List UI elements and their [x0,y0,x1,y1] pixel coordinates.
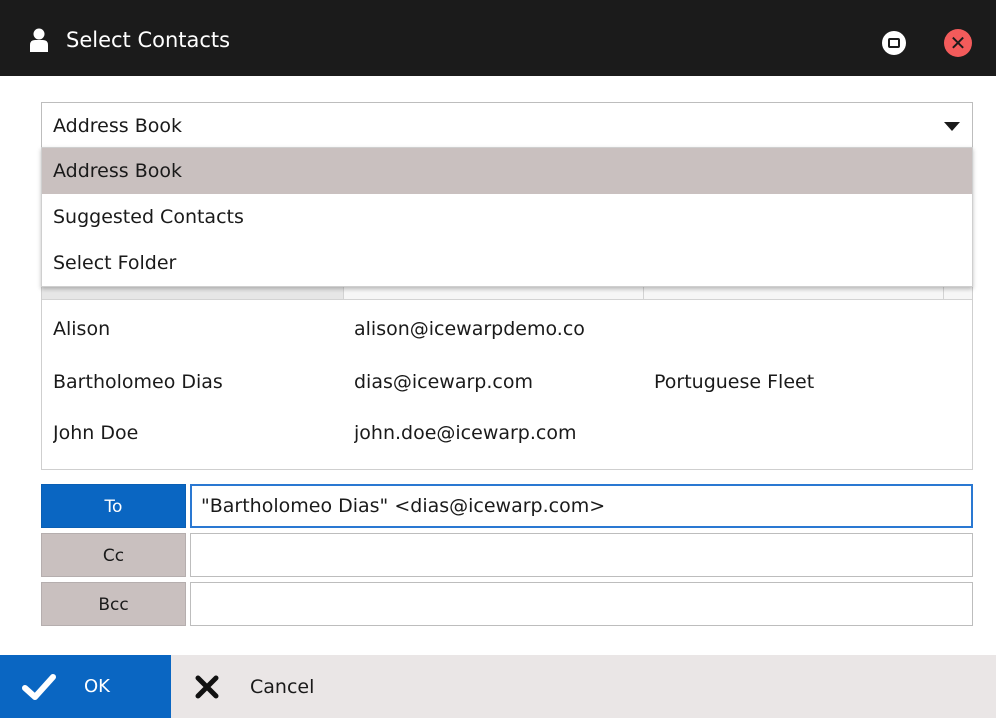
close-button[interactable]: ✕ [944,29,972,57]
dialog-footer: OK Cancel [0,655,996,718]
source-dropdown-menu: Address Book Suggested Contacts Select F… [41,147,973,287]
contacts-table: Alison alison@icewarpdemo.co Bartholomeo… [41,282,973,470]
cancel-button[interactable]: Cancel [171,655,361,718]
table-row[interactable]: Alison alison@icewarpdemo.co [42,303,972,355]
cancel-label: Cancel [250,676,315,698]
user-icon [30,28,48,52]
table-row[interactable]: John Doe john.doe@icewarp.com [42,407,972,459]
contact-name: Alison [53,318,111,340]
bcc-button[interactable]: Bcc [41,582,186,626]
contact-name: Bartholomeo Dias [53,371,223,393]
check-icon [22,674,56,700]
to-button[interactable]: To [41,484,186,528]
window-title: Select Contacts [66,28,231,52]
ok-button[interactable]: OK [0,655,171,718]
to-field[interactable]: "Bartholomeo Dias" <dias@icewarp.com> [190,484,973,528]
chevron-down-icon[interactable] [944,122,960,131]
title-bar: Select Contacts ✕ [0,0,996,76]
contact-email: dias@icewarp.com [354,371,533,393]
cc-button[interactable]: Cc [41,533,186,577]
contact-email: john.doe@icewarp.com [354,422,577,444]
dropdown-option-suggested-contacts[interactable]: Suggested Contacts [42,194,972,240]
restore-button[interactable] [882,31,906,55]
dropdown-option-select-folder[interactable]: Select Folder [42,240,972,286]
contact-name: John Doe [53,422,139,444]
table-row[interactable]: Bartholomeo Dias dias@icewarp.com Portug… [42,356,972,408]
source-select[interactable]: Address Book [41,102,973,148]
close-icon: ✕ [949,31,967,55]
bcc-field[interactable] [190,582,973,626]
ok-label: OK [84,676,110,697]
contact-company: Portuguese Fleet [654,371,815,393]
source-select-value: Address Book [53,115,182,137]
close-x-icon [195,675,219,699]
contact-email: alison@icewarpdemo.co [354,318,585,340]
cc-field[interactable] [190,533,973,577]
dropdown-option-address-book[interactable]: Address Book [42,148,972,194]
